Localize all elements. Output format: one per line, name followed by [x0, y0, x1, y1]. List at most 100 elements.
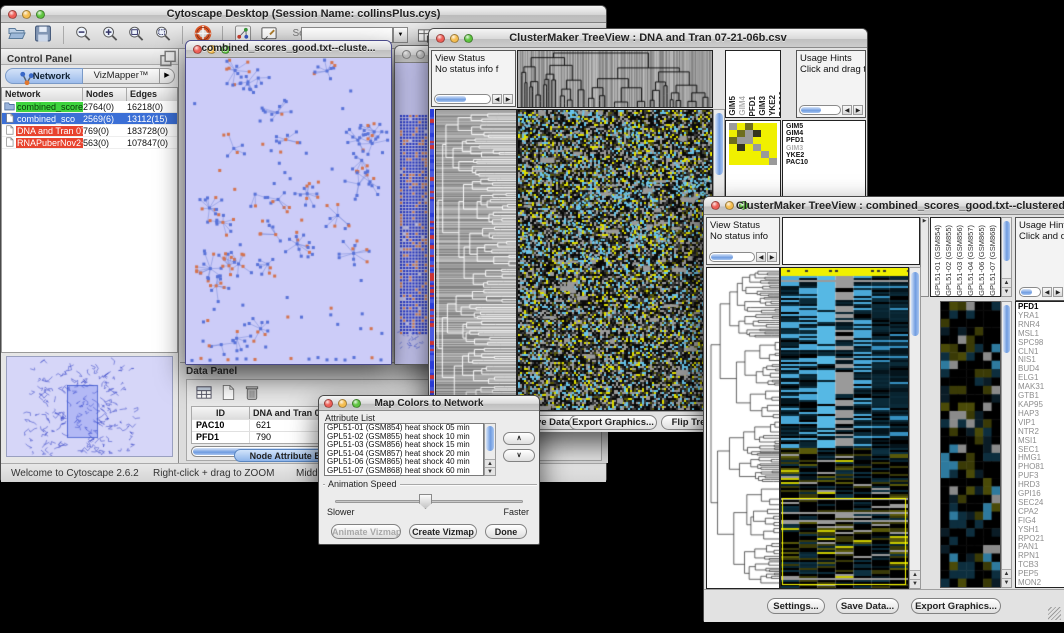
zoom-fit-icon[interactable]	[125, 25, 147, 45]
zoom-selected-icon[interactable]	[152, 25, 174, 45]
tab-overflow-icon[interactable]: ▶	[160, 68, 175, 84]
attribute-table-icon[interactable]	[193, 384, 215, 404]
tv2-row-dendrogram-canvas[interactable]	[707, 268, 779, 588]
animate-vizmap-button[interactable]: Animate Vizmap	[331, 524, 401, 539]
attribute-list-item[interactable]: GPL51-02 (GSM855) heat shock 10 min	[325, 433, 483, 442]
scroll-left-icon[interactable]: ◀	[1042, 287, 1052, 297]
export-graphics-button[interactable]: Export Graphics...	[569, 415, 657, 430]
scroll-down-icon[interactable]: ▼	[1002, 287, 1011, 296]
tv2-heatmap-vscrollbar[interactable]: ▲ ▼	[909, 267, 921, 589]
scroll-down-icon[interactable]: ▼	[485, 467, 495, 475]
tv2-column-label[interactable]: GPL51-02 (GSM855)	[944, 225, 953, 296]
move-up-button[interactable]: ∧	[503, 432, 535, 445]
tv2-column-label[interactable]: GPL51-07 (GSM868)	[988, 225, 997, 296]
tv1-row-label[interactable]: GIM4	[786, 130, 865, 137]
tv2-zoom-panel[interactable]	[940, 301, 1001, 588]
scroll-right-icon[interactable]: ▶	[853, 105, 863, 115]
network-list-row[interactable]: DNA and Tran 07769(0)183728(0)	[2, 125, 177, 137]
tv1-heatmap[interactable]	[517, 109, 713, 411]
tv2-column-label[interactable]: GPL51-04 (GSM857)	[966, 225, 975, 296]
tab-vizmapper[interactable]: VizMapper™	[83, 68, 160, 84]
scroll-up-icon[interactable]: ▲	[910, 570, 920, 579]
tv2-hints-scrollbar[interactable]: ◀ ▶	[1019, 287, 1063, 297]
settings-button[interactable]: Settings...	[767, 598, 825, 614]
column-header-nodes[interactable]: Nodes	[83, 88, 127, 101]
scroll-right-icon[interactable]: ▶	[767, 252, 777, 262]
attribute-list-item[interactable]: GPL51-07 (GSM868) heat shock 60 min	[325, 467, 483, 476]
delete-attribute-icon[interactable]	[241, 384, 263, 404]
animation-slider-thumb[interactable]	[419, 494, 432, 509]
tv1-row-label[interactable]: GIM5	[786, 123, 865, 130]
tv2-titlebar[interactable]: ClusterMaker TreeView : combined_scores_…	[704, 197, 1064, 215]
tv2-zoom-canvas[interactable]	[941, 302, 1000, 587]
close-icon[interactable]	[402, 50, 411, 59]
scroll-up-icon[interactable]: ▲	[1002, 569, 1011, 578]
scroll-left-icon[interactable]: ◀	[492, 94, 502, 104]
tv2-zoom-vscrollbar[interactable]: ▲ ▼	[1001, 301, 1012, 588]
tab-network[interactable]: Network	[5, 68, 83, 84]
tv1-column-label[interactable]: GIM4	[738, 96, 747, 116]
tv1-column-label[interactable]: GIM3	[758, 96, 767, 116]
scroll-right-icon[interactable]: ▶	[923, 218, 927, 224]
tv2-row-dendrogram[interactable]	[706, 267, 780, 589]
network-canvas-1[interactable]	[186, 58, 391, 364]
tv1-column-label[interactable]: YKE2	[768, 95, 777, 116]
tv1-titlebar[interactable]: ClusterMaker TreeView : DNA and Tran 07-…	[429, 29, 867, 48]
correlation-matrix[interactable]	[729, 123, 777, 165]
tv1-heatmap-canvas[interactable]	[518, 110, 712, 410]
attribute-list-item[interactable]: GPL51-03 (GSM856) heat shock 15 min	[325, 441, 483, 450]
tv1-column-dendrogram[interactable]	[517, 50, 713, 108]
data-column-id[interactable]: ID	[192, 407, 250, 419]
attribute-list-item[interactable]: GPL51-01 (GSM854) heat shock 05 min	[325, 424, 483, 433]
save-icon[interactable]	[32, 25, 54, 45]
attribute-list[interactable]: GPL51-01 (GSM854) heat shock 05 minGPL51…	[324, 423, 484, 476]
done-button[interactable]: Done	[485, 524, 527, 539]
tv1-row-label[interactable]: PFD1	[786, 137, 865, 144]
scroll-left-icon[interactable]: ◀	[756, 252, 766, 262]
move-down-button[interactable]: ∨	[503, 449, 535, 462]
tv1-column-label[interactable]: PFD1	[748, 96, 757, 116]
scroll-up-icon[interactable]: ▲	[1002, 278, 1011, 287]
scroll-right-icon[interactable]: ▶	[1053, 287, 1063, 297]
scroll-up-icon[interactable]: ▲	[485, 459, 495, 467]
tv1-row-label[interactable]: YKE2	[786, 152, 865, 159]
scroll-down-icon[interactable]: ▼	[910, 579, 920, 588]
new-attribute-icon[interactable]	[217, 384, 239, 404]
tv1-row-dendrogram-canvas[interactable]	[436, 110, 516, 410]
tv2-status-scrollbar[interactable]: ◀ ▶	[709, 252, 777, 262]
tv1-column-label[interactable]: PAC10	[778, 91, 781, 116]
tv2-collabels-scrollbar[interactable]: ▲ ▼	[1001, 217, 1012, 297]
column-header-network[interactable]: Network	[2, 88, 83, 101]
tv1-column-dendrogram-canvas[interactable]	[518, 51, 712, 107]
tv2-column-dendrogram[interactable]	[782, 217, 920, 265]
attribute-list-item[interactable]: GPL51-04 (GSM857) heat shock 20 min	[325, 450, 483, 459]
network-overview-canvas[interactable]	[7, 357, 172, 456]
network-overview-panel[interactable]	[6, 356, 173, 457]
search-dropdown-icon[interactable]: ▼	[393, 27, 408, 43]
export-graphics-button[interactable]: Export Graphics...	[911, 598, 1001, 614]
tv1-row-dendrogram[interactable]	[435, 109, 517, 411]
zoom-out-icon[interactable]	[72, 25, 94, 45]
gene-label[interactable]: MON2	[1016, 579, 1064, 588]
column-header-edges[interactable]: Edges	[127, 88, 177, 101]
tv1-hints-scrollbar[interactable]: ◀ ▶	[799, 105, 863, 115]
tv2-heatmap-canvas[interactable]	[781, 268, 908, 588]
minimize-icon[interactable]	[416, 50, 425, 59]
tv2-heatmap[interactable]	[780, 267, 909, 589]
tv2-column-label[interactable]: GPL51-01 (GSM854)	[933, 225, 942, 296]
tv1-row-label[interactable]: GIM3	[786, 145, 865, 152]
main-titlebar[interactable]: Cytoscape Desktop (Session Name: collins…	[1, 6, 606, 23]
network-list-row[interactable]: RNAPuberNov2+563(0)107847(0)	[2, 137, 177, 149]
create-vizmap-button[interactable]: Create Vizmap	[409, 524, 477, 539]
dialog-titlebar[interactable]: Map Colors to Network	[319, 396, 539, 411]
scroll-down-icon[interactable]: ▼	[1002, 578, 1011, 587]
tv2-column-label[interactable]: GPL51-03 (GSM856)	[955, 225, 964, 296]
attribute-list-scrollbar[interactable]: ▲ ▼	[484, 423, 496, 476]
tv1-status-scrollbar[interactable]: ◀ ▶	[434, 94, 513, 104]
open-file-icon[interactable]	[6, 25, 28, 45]
resize-grip[interactable]	[1048, 607, 1061, 620]
tv1-column-label[interactable]: GIM5	[728, 96, 737, 116]
scroll-right-icon[interactable]: ▶	[503, 94, 513, 104]
save-data-button[interactable]: Save Data...	[836, 598, 899, 614]
attribute-list-item[interactable]: GPL51-06 (GSM865) heat shock 40 min	[325, 458, 483, 467]
